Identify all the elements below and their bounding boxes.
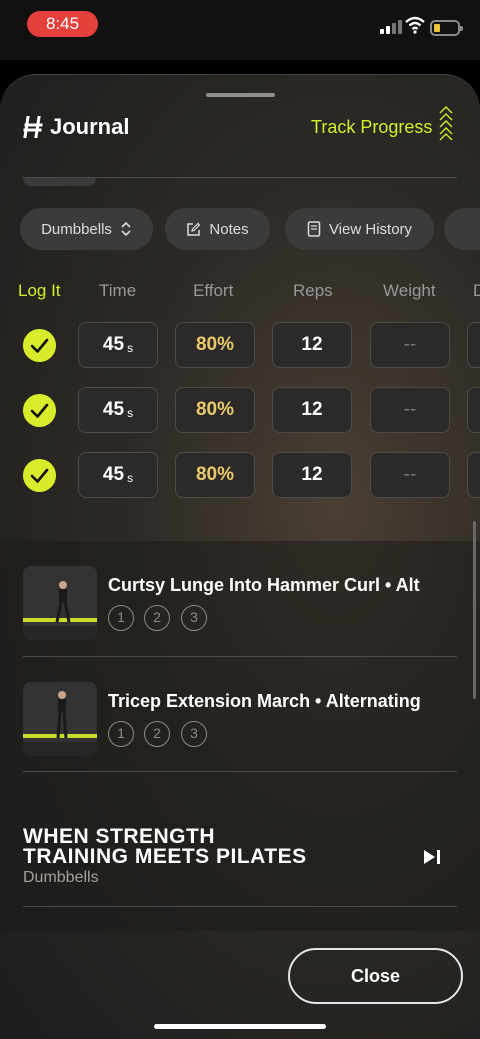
duration-cell[interactable] — [467, 322, 480, 368]
time-value: 45 — [102, 334, 125, 355]
weight-cell[interactable]: -- — [370, 322, 450, 368]
effort-cell[interactable]: 80% — [175, 452, 255, 498]
equipment-label: Dumbbells — [41, 220, 112, 238]
chevrons-up-icon[interactable] — [438, 105, 454, 141]
effort-cell[interactable]: 80% — [175, 387, 255, 433]
sheet-grabber[interactable] — [206, 93, 275, 97]
divider — [23, 656, 457, 657]
chevron-up-down-icon — [121, 221, 131, 237]
exercise-thumbnail — [23, 566, 97, 640]
weight-cell[interactable]: -- — [370, 387, 450, 433]
view-history-button[interactable]: View History — [285, 208, 434, 250]
exercise-name: Tricep Extension March • Alternating — [108, 691, 421, 711]
time-unit: s — [127, 341, 134, 355]
time-value: 45 — [102, 464, 125, 485]
checkmark-icon[interactable] — [23, 329, 56, 362]
previous-exercise-thumbnail — [23, 178, 96, 186]
workout-title-line-2: TRAINING MEETS PILATES — [23, 845, 307, 868]
divider — [23, 771, 457, 772]
wifi-icon — [405, 16, 425, 34]
column-header-weight: Weight — [383, 281, 436, 300]
set-number[interactable]: 1 — [108, 721, 134, 747]
exercise-thumbnail — [23, 682, 97, 756]
time-value: 45 — [102, 399, 125, 420]
edit-note-icon — [187, 222, 201, 236]
divider — [23, 906, 457, 907]
set-number[interactable]: 2 — [144, 605, 170, 631]
notes-button[interactable]: Notes — [165, 208, 270, 250]
set-number[interactable]: 1 — [108, 605, 134, 631]
checkmark-icon[interactable] — [23, 394, 56, 427]
reps-cell[interactable]: 12 — [272, 452, 352, 498]
status-time: 8:45 — [27, 11, 98, 37]
status-bar: 8:45 — [0, 0, 480, 60]
time-unit: s — [127, 471, 134, 485]
set-number[interactable]: 2 — [144, 721, 170, 747]
more-chip[interactable] — [444, 208, 480, 250]
app-logo-icon — [23, 116, 43, 138]
column-header-duration: D — [473, 281, 480, 301]
track-progress-link[interactable]: Track Progress — [311, 117, 432, 138]
equipment-selector[interactable]: Dumbbells — [20, 208, 153, 250]
column-header-effort: Effort — [193, 281, 234, 300]
time-cell[interactable]: 45 s — [78, 322, 158, 368]
scrollbar[interactable] — [473, 521, 476, 699]
exercise-name: Curtsy Lunge Into Hammer Curl • Alt — [108, 575, 420, 595]
journal-sheet: Journal Track Progress Dumbbells Notes V… — [0, 74, 480, 1039]
home-indicator[interactable] — [154, 1024, 326, 1029]
divider — [23, 177, 457, 178]
close-button[interactable]: Close — [288, 948, 463, 1004]
view-history-label: View History — [328, 220, 413, 238]
time-cell[interactable]: 45 s — [78, 387, 158, 433]
reps-cell[interactable]: 12 — [272, 322, 352, 368]
checkmark-icon[interactable] — [23, 459, 56, 492]
book-icon — [307, 221, 321, 237]
workout-equipment: Dumbbells — [23, 869, 99, 886]
reps-cell[interactable]: 12 — [272, 387, 352, 433]
play-next-icon[interactable] — [422, 849, 442, 865]
workout-title[interactable]: WHEN STRENGTH TRAINING MEETS PILATES — [23, 825, 307, 868]
weight-cell[interactable]: -- — [370, 452, 450, 498]
battery-icon — [430, 20, 463, 36]
effort-cell[interactable]: 80% — [175, 322, 255, 368]
set-number[interactable]: 3 — [181, 605, 207, 631]
duration-cell[interactable] — [467, 387, 480, 433]
time-unit: s — [127, 406, 134, 420]
workout-title-line-1: WHEN STRENGTH — [23, 825, 215, 848]
column-header-log-it: Log It — [18, 281, 61, 300]
time-cell[interactable]: 45 s — [78, 452, 158, 498]
column-header-time: Time — [99, 281, 137, 300]
column-header-reps: Reps — [293, 281, 333, 300]
duration-cell[interactable] — [467, 452, 480, 498]
notes-label: Notes — [209, 220, 249, 238]
cellular-signal-icon — [380, 20, 402, 34]
page-title: Journal — [50, 114, 130, 139]
set-number[interactable]: 3 — [181, 721, 207, 747]
